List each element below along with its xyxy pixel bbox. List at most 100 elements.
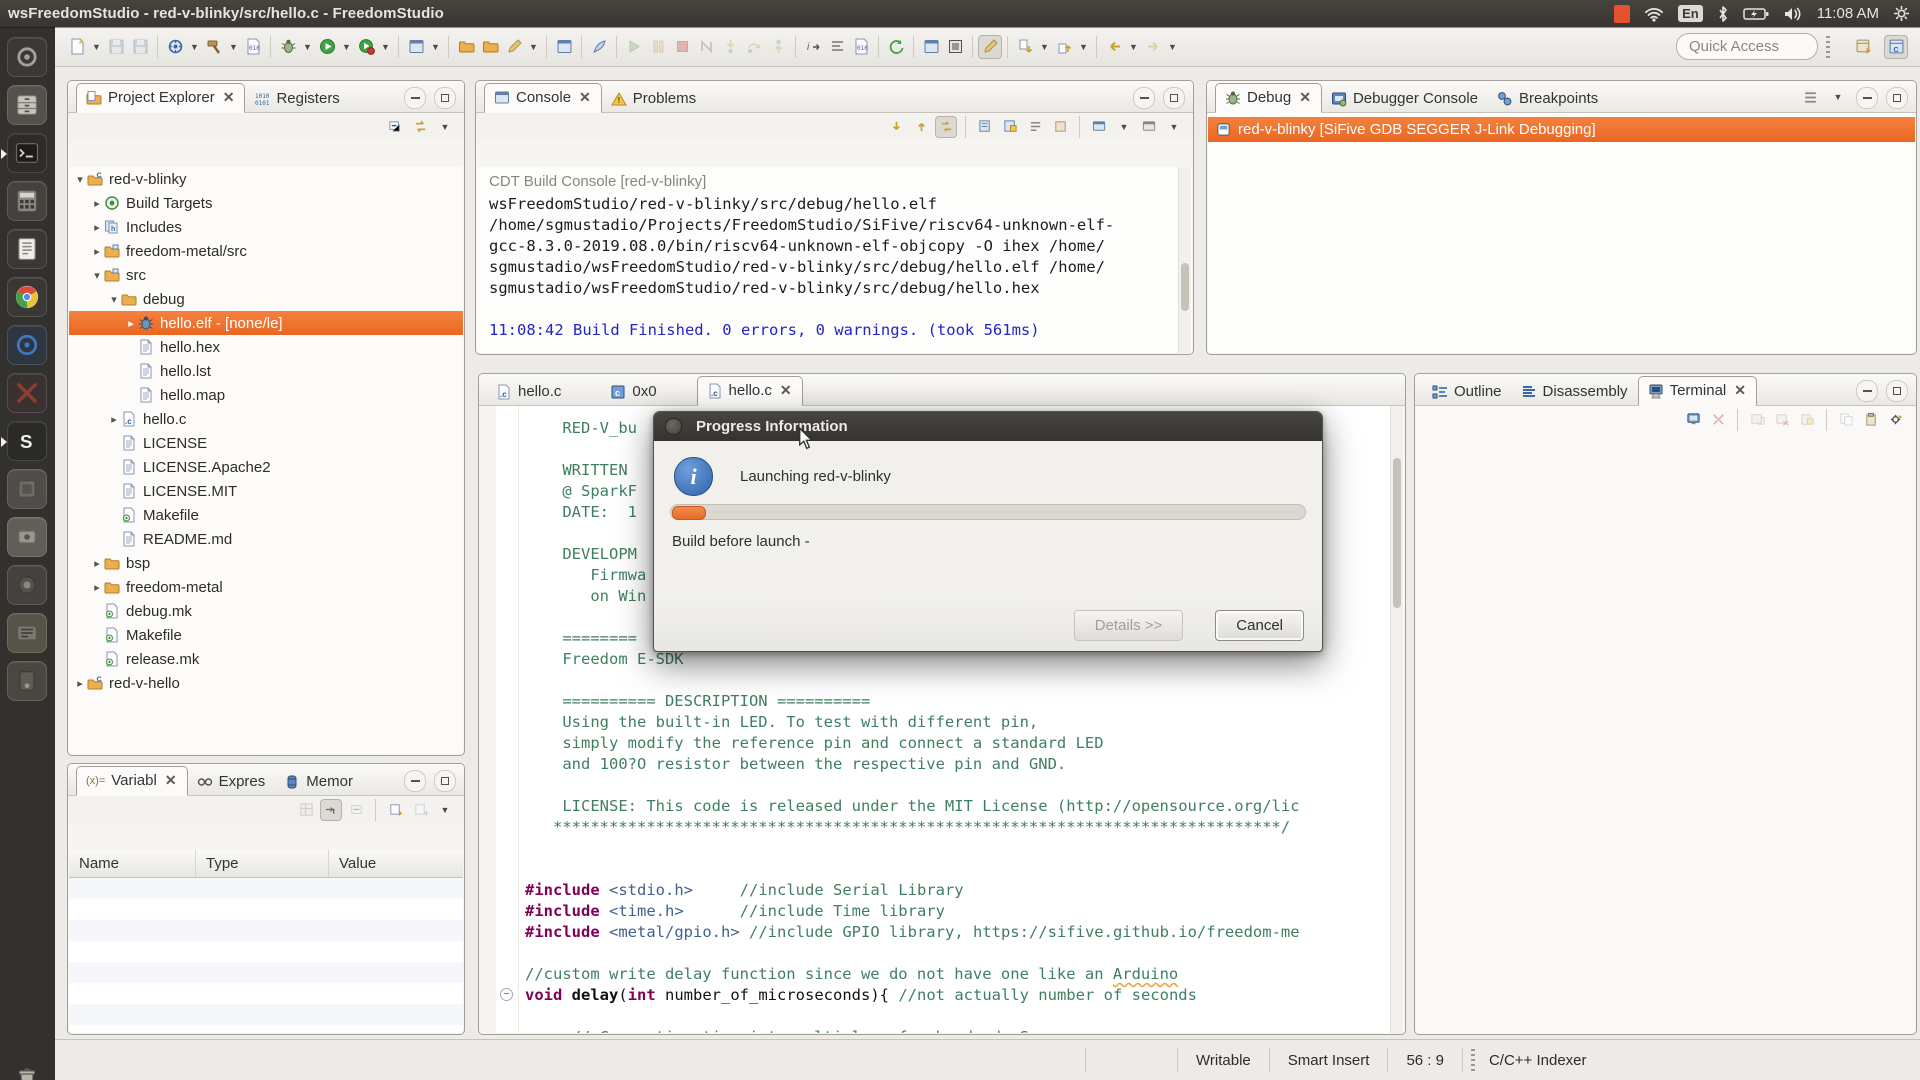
tree-collapsed-icon[interactable]: ▸ — [90, 197, 104, 210]
word-wrap-button[interactable] — [1024, 116, 1046, 138]
dock-item-image-editor[interactable] — [7, 373, 47, 413]
back-dropdown-icon[interactable]: ▼ — [1126, 35, 1141, 59]
dialog-title-bar[interactable]: Progress Information — [654, 412, 1322, 441]
open-console-config-button[interactable] — [404, 35, 428, 59]
close-tab-icon[interactable]: ✕ — [1734, 382, 1746, 399]
step-into-button[interactable] — [718, 35, 742, 59]
pin-console-button[interactable] — [935, 116, 957, 138]
fold-collapse-icon[interactable]: − — [500, 988, 513, 1001]
column-type[interactable]: Type — [196, 850, 329, 877]
recorder-indicator-icon[interactable] — [1614, 4, 1630, 24]
step-over-button[interactable] — [742, 35, 766, 59]
tree-expanded-icon[interactable]: ▾ — [107, 293, 121, 306]
import-button[interactable] — [384, 799, 406, 821]
tree-collapsed-icon[interactable]: ▸ — [107, 413, 121, 426]
tree-collapsed-icon[interactable]: ▸ — [90, 221, 104, 234]
debug-view-layout-button[interactable] — [1800, 87, 1820, 107]
build-button[interactable] — [202, 35, 226, 59]
prev-dropdown-icon[interactable]: ▼ — [1076, 35, 1091, 59]
tab-outline[interactable]: Outline — [1423, 378, 1512, 406]
dock-item-dash[interactable] — [7, 37, 47, 77]
forward-button[interactable] — [1141, 35, 1165, 59]
tree-collapsed-icon[interactable]: ▸ — [90, 557, 104, 570]
step-return-button[interactable] — [766, 35, 790, 59]
maximize-button[interactable] — [1886, 87, 1908, 109]
disconnect-button[interactable] — [694, 35, 718, 59]
next-dropdown-icon[interactable]: ▼ — [1037, 35, 1052, 59]
dock-item-chrome[interactable] — [7, 277, 47, 317]
volume-icon[interactable] — [1783, 4, 1803, 24]
tree-item-release-mk[interactable]: release.mk — [69, 647, 463, 671]
dock-item-app-gray-3[interactable] — [7, 565, 47, 605]
new-terminal-view-button[interactable] — [1746, 409, 1768, 431]
tree-item-freedom-metal[interactable]: ▸freedom-metal — [69, 575, 463, 599]
dock-item-media-player[interactable] — [7, 325, 47, 365]
debug-config-button[interactable] — [276, 35, 300, 59]
tree-item-includes[interactable]: ▸hIncludes — [69, 215, 463, 239]
disconnect-terminal-button[interactable] — [1707, 409, 1729, 431]
open-perspective-button[interactable] — [1852, 35, 1876, 59]
show-trace-button[interactable] — [825, 35, 849, 59]
tree-item-makefile[interactable]: Makefile — [69, 503, 463, 527]
view-menu-button[interactable]: ▼ — [434, 799, 456, 821]
quick-access-input[interactable]: Quick Access — [1676, 33, 1818, 60]
tab-editor-hello-c-2[interactable]: .c hello.c ✕ — [697, 376, 803, 406]
tree-item-build-targets[interactable]: ▸Build Targets — [69, 191, 463, 215]
tree-item-src[interactable]: ▾src — [69, 263, 463, 287]
minimize-button[interactable] — [404, 770, 426, 792]
dock-item-trash[interactable] — [7, 1059, 47, 1080]
debug-view-menu-button[interactable]: ▼ — [1828, 87, 1848, 107]
feather-button[interactable] — [587, 35, 611, 59]
minimize-button[interactable] — [404, 87, 426, 109]
external-dropdown-icon[interactable]: ▼ — [378, 35, 393, 59]
tab-console[interactable]: Console ✕ — [484, 83, 602, 113]
tab-editor-hello-c-1[interactable]: .c hello.c — [487, 378, 571, 406]
maximize-button[interactable] — [434, 770, 456, 792]
mark-occurrences-button[interactable] — [978, 35, 1002, 59]
tree-item-bsp[interactable]: ▸bsp — [69, 551, 463, 575]
dock-item-files[interactable] — [7, 85, 47, 125]
editor-scrollbar[interactable] — [1390, 406, 1403, 1033]
tab-breakpoints[interactable]: Breakpoints — [1488, 85, 1608, 113]
tree-item-hello-c[interactable]: ▸.chello.c — [69, 407, 463, 431]
clock[interactable]: 11:08 AM — [1817, 5, 1879, 22]
open-console-dropdown[interactable]: ▼ — [1163, 116, 1185, 138]
collapse-all-button[interactable] — [345, 799, 367, 821]
clear-console-button[interactable] — [974, 116, 996, 138]
tab-memory[interactable]: Memor — [275, 768, 363, 796]
tree-item-license-mit[interactable]: LICENSE.MIT — [69, 479, 463, 503]
copy-button[interactable] — [1835, 409, 1857, 431]
tab-expressions[interactable]: Expres — [188, 768, 276, 796]
prev-annotation-button[interactable] — [1052, 35, 1076, 59]
build-binary-button[interactable]: 010 — [241, 35, 265, 59]
dock-item-notes[interactable] — [7, 229, 47, 269]
restart-button[interactable] — [884, 35, 908, 59]
tab-terminal[interactable]: Terminal ✕ — [1638, 376, 1757, 406]
build-dropdown-icon[interactable]: ▼ — [226, 35, 241, 59]
show-on-stderr-button[interactable] — [910, 116, 932, 138]
close-tab-icon[interactable]: ✕ — [579, 89, 591, 106]
cancel-button[interactable]: Cancel — [1215, 610, 1304, 641]
tree-item-license[interactable]: LICENSE — [69, 431, 463, 455]
open-console-button[interactable] — [1138, 116, 1160, 138]
breakpoint-types-button[interactable]: 010 — [849, 35, 873, 59]
tab-debug[interactable]: Debug ✕ — [1215, 83, 1322, 113]
suspend-button[interactable] — [646, 35, 670, 59]
cpp-perspective-button[interactable]: C — [1884, 35, 1908, 59]
console-dropdown-icon[interactable]: ▼ — [428, 35, 443, 59]
tab-disassembly[interactable]: Disassembly — [1512, 378, 1638, 406]
new-wizard-button[interactable] — [65, 35, 89, 59]
remove-terminal-button[interactable] — [1771, 409, 1793, 431]
tree-item-freedom-metal-src[interactable]: ▸freedom-metal/src — [69, 239, 463, 263]
dock-item-terminal[interactable] — [7, 133, 47, 173]
column-value[interactable]: Value — [329, 850, 463, 877]
column-name[interactable]: Name — [69, 850, 196, 877]
view-menu-button[interactable]: ▼ — [434, 116, 456, 138]
dock-item-freedom-studio[interactable]: S — [7, 421, 47, 461]
dock-item-app-gray-5[interactable] — [7, 661, 47, 701]
paste-button[interactable] — [1860, 409, 1882, 431]
flash-target-button[interactable] — [163, 35, 187, 59]
close-tab-icon[interactable]: ✕ — [1299, 89, 1311, 106]
pencil-dropdown-icon[interactable]: ▼ — [526, 35, 541, 59]
minimize-button[interactable] — [1133, 87, 1155, 109]
